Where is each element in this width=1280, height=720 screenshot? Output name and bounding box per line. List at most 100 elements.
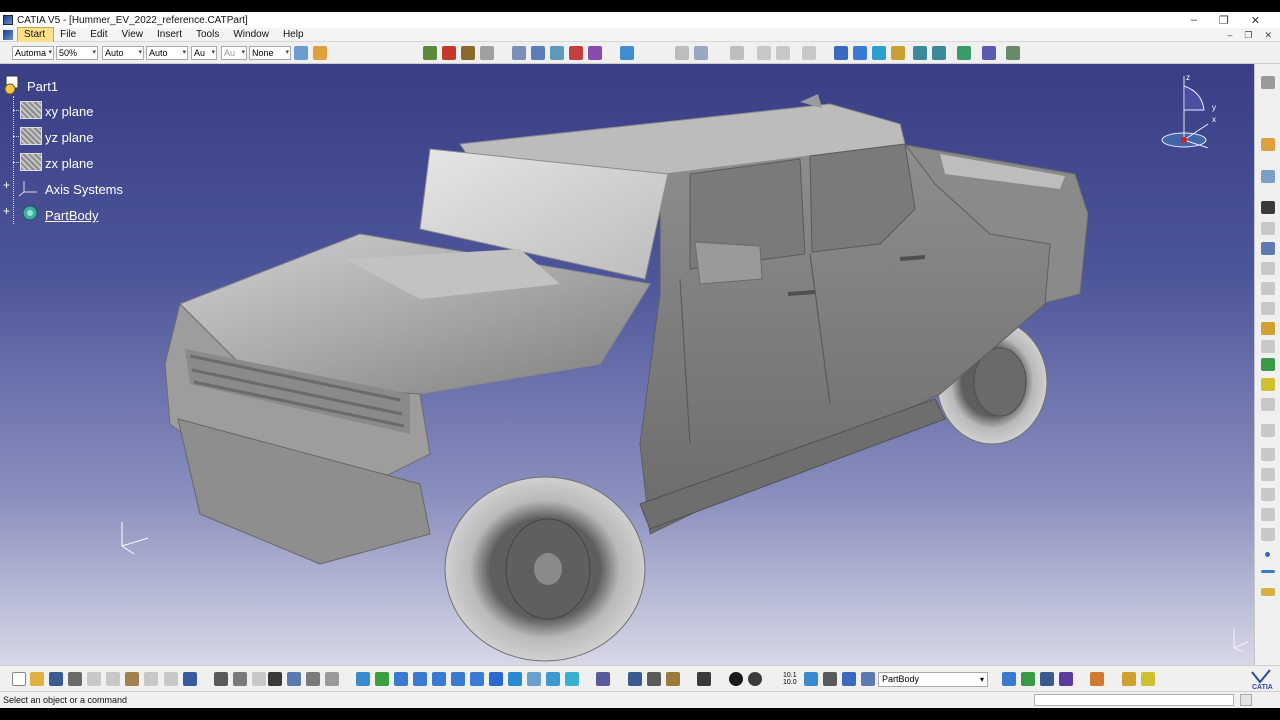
menu-start[interactable]: Start	[17, 26, 55, 43]
menu-file[interactable]: File	[54, 28, 84, 42]
plane-icon[interactable]	[1261, 588, 1275, 596]
hand-icon[interactable]	[1090, 672, 1104, 686]
command-button[interactable]	[1240, 694, 1252, 706]
update-icon[interactable]	[913, 46, 927, 60]
line-icon[interactable]	[1261, 570, 1275, 573]
slot-icon[interactable]	[1261, 262, 1275, 275]
formula-icon[interactable]	[214, 672, 228, 686]
intersect-icon[interactable]	[1040, 672, 1054, 686]
line-icon[interactable]	[550, 46, 564, 60]
plane-icon[interactable]	[569, 46, 583, 60]
minimize-button[interactable]: –	[1191, 14, 1197, 26]
reactions-icon[interactable]	[306, 672, 320, 686]
redo-icon[interactable]	[164, 672, 178, 686]
expand-icon[interactable]: +	[3, 178, 10, 192]
apply-material-icon[interactable]	[596, 672, 610, 686]
rotate-icon[interactable]	[413, 672, 427, 686]
law-icon[interactable]	[252, 672, 266, 686]
point-symbol-combo[interactable]: Au ▾	[191, 46, 217, 60]
analysis-icon[interactable]	[957, 46, 971, 60]
command-input[interactable]	[1034, 694, 1234, 706]
surface-icon[interactable]	[891, 46, 905, 60]
shading-icon[interactable]	[527, 672, 541, 686]
select-arrow-icon[interactable]	[1261, 138, 1275, 151]
spline-icon[interactable]	[853, 46, 867, 60]
color-combo[interactable]: Automa ▾	[12, 46, 54, 60]
assemble-icon[interactable]	[1021, 672, 1035, 686]
menu-window[interactable]: Window	[227, 28, 277, 42]
measure-item-icon[interactable]	[647, 672, 661, 686]
line-type-combo[interactable]: Auto ▾	[146, 46, 188, 60]
hummer-ev-model[interactable]	[0, 64, 1254, 665]
translate-icon[interactable]	[1261, 468, 1275, 481]
tree-item-yz-plane[interactable]: yz plane	[45, 130, 93, 145]
mirror-icon[interactable]	[1261, 488, 1275, 501]
pocket-icon[interactable]	[442, 46, 456, 60]
boolean-icon[interactable]	[802, 46, 816, 60]
grid-icon[interactable]	[842, 672, 856, 686]
new-file-icon[interactable]	[12, 672, 26, 686]
menu-tools[interactable]: Tools	[190, 28, 227, 42]
open-file-icon[interactable]	[30, 672, 44, 686]
measure-inertia-icon[interactable]	[666, 672, 680, 686]
sketcher-icon[interactable]	[1261, 170, 1275, 183]
fly-mode-icon[interactable]	[356, 672, 370, 686]
settings-icon[interactable]	[1261, 76, 1275, 89]
document-icon[interactable]	[3, 29, 13, 40]
groove-icon[interactable]	[480, 46, 494, 60]
point-icon[interactable]	[531, 46, 545, 60]
rib-icon[interactable]	[1261, 242, 1275, 255]
tree-root-part1[interactable]: Part1	[27, 79, 58, 94]
extrude-icon[interactable]	[588, 46, 602, 60]
close-button[interactable]: ✕	[1251, 14, 1260, 27]
doc-restore-button[interactable]: ❐	[1244, 28, 1252, 42]
thickness-icon[interactable]	[1261, 398, 1275, 411]
scale-label[interactable]: 10.1 10.0	[783, 672, 797, 686]
swap-space-icon[interactable]	[565, 672, 579, 686]
create-view-icon[interactable]	[489, 672, 503, 686]
chamfer-icon[interactable]	[1261, 340, 1275, 353]
check-icon[interactable]	[325, 672, 339, 686]
tree-item-xy-plane[interactable]: xy plane	[45, 104, 93, 119]
sketch-icon[interactable]	[512, 46, 526, 60]
3d-viewport[interactable]: Part1 xy plane yz plane zx plane + Axis …	[0, 64, 1254, 665]
restore-button[interactable]: ❐	[1219, 14, 1229, 27]
doc-close-button[interactable]: ✕	[1264, 28, 1272, 42]
compass-icon[interactable]: z y x	[1158, 68, 1228, 148]
zoom-out-icon[interactable]	[451, 672, 465, 686]
point-dot-icon[interactable]	[834, 46, 848, 60]
knowledge-icon[interactable]	[233, 672, 247, 686]
catalog-icon[interactable]	[620, 46, 634, 60]
stiffener-icon[interactable]	[1261, 282, 1275, 295]
table-icon[interactable]	[268, 672, 282, 686]
save-icon[interactable]	[49, 672, 63, 686]
paste-icon[interactable]	[125, 672, 139, 686]
body-icon[interactable]	[861, 672, 875, 686]
doc-minimize-button[interactable]: –	[1227, 28, 1232, 42]
measure-between-icon[interactable]	[628, 672, 642, 686]
transparency-combo[interactable]: 50% ▾	[56, 46, 98, 60]
normal-view-icon[interactable]	[470, 672, 484, 686]
design-table-icon[interactable]	[287, 672, 301, 686]
globe-icon[interactable]	[748, 672, 762, 686]
pad-feature-icon[interactable]	[1261, 201, 1275, 214]
properties-icon[interactable]	[313, 46, 327, 60]
partbody-select[interactable]: PartBody ▾	[878, 672, 988, 687]
fillet-icon[interactable]	[757, 46, 771, 60]
fit-all-icon[interactable]	[375, 672, 389, 686]
curve-icon[interactable]	[872, 46, 886, 60]
capture-icon[interactable]	[697, 672, 711, 686]
menu-help[interactable]: Help	[277, 28, 312, 42]
scaling-icon[interactable]	[1261, 508, 1275, 521]
pattern-icon[interactable]	[776, 46, 790, 60]
rendering-style-combo[interactable]: Au ▾	[221, 46, 247, 60]
menu-insert[interactable]: Insert	[151, 28, 190, 42]
split-icon[interactable]	[1261, 528, 1275, 541]
hole-icon[interactable]	[1261, 222, 1275, 235]
remove-face-icon[interactable]	[1261, 448, 1275, 461]
expand-icon[interactable]: +	[3, 204, 10, 218]
inertia-icon[interactable]	[694, 46, 708, 60]
print-icon[interactable]	[68, 672, 82, 686]
zoom-in-icon[interactable]	[432, 672, 446, 686]
thread-icon[interactable]	[1261, 424, 1275, 437]
